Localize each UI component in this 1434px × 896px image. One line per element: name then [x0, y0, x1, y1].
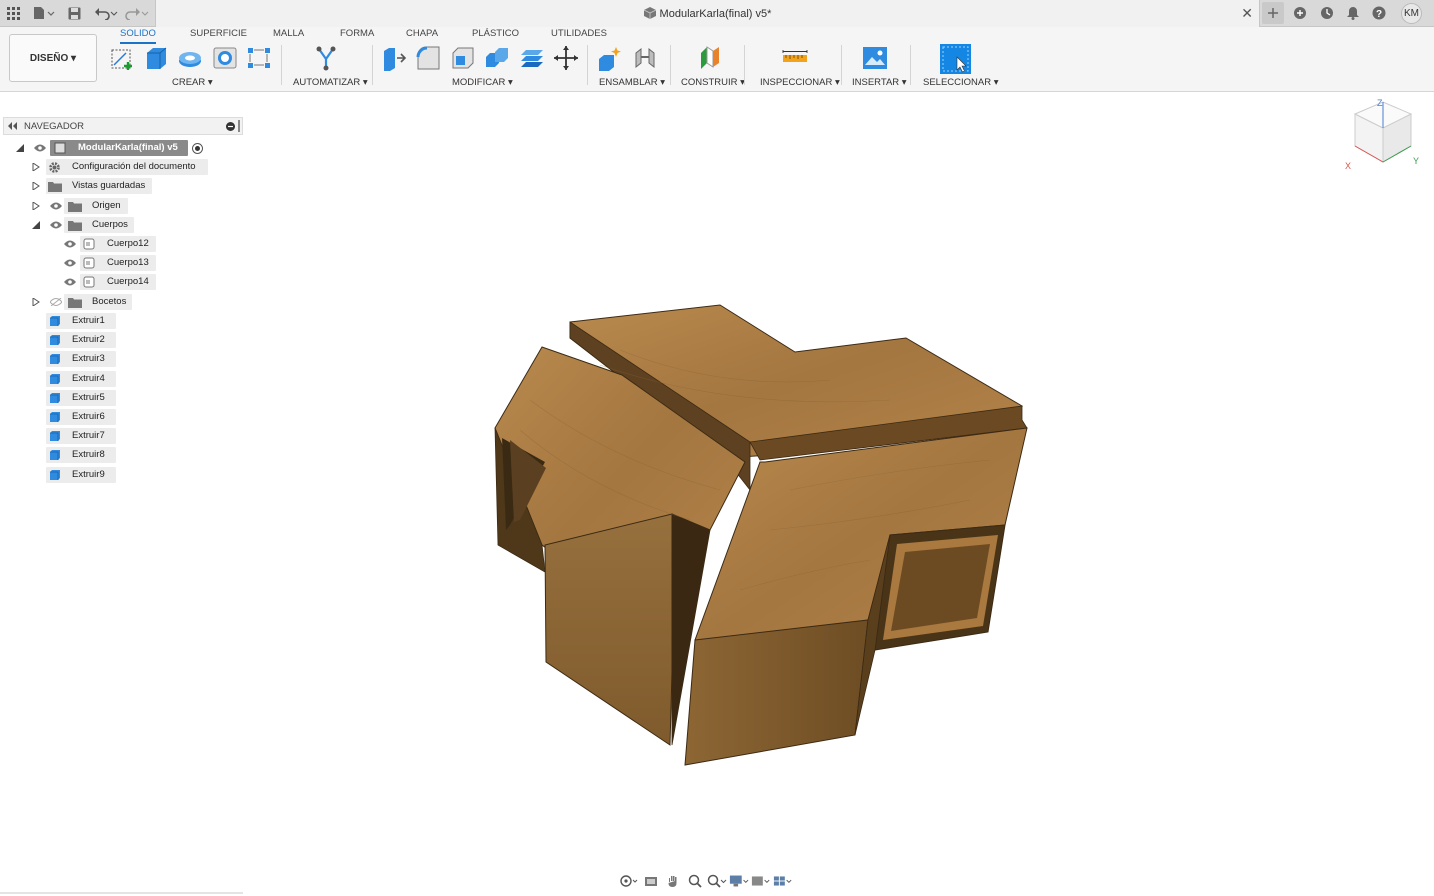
fillet-icon[interactable]: [415, 45, 441, 71]
fit-zoom-icon[interactable]: [707, 873, 727, 889]
tab-utilidades[interactable]: UTILIDADES: [551, 28, 607, 42]
group-ensamblar-label[interactable]: ENSAMBLAR ▾: [599, 77, 665, 88]
tab-superficie[interactable]: SUPERFICIE: [190, 28, 247, 42]
tab-chapa[interactable]: CHAPA: [406, 28, 438, 42]
group-seleccionar-label[interactable]: SELECCIONAR ▾: [923, 77, 999, 88]
axis-z-label: Z: [1377, 98, 1383, 108]
ribbon-separator: [587, 45, 588, 85]
redo-icon[interactable]: [124, 4, 150, 22]
ribbon-separator: [744, 45, 745, 85]
close-tab-icon[interactable]: ✕: [1241, 5, 1253, 22]
grid-snaps-icon[interactable]: [751, 873, 771, 889]
group-insertar-label[interactable]: INSERTAR ▾: [852, 77, 907, 88]
toolbar-ribbon: DISEÑO ▾ SOLIDO SUPERFICIE MALLA FORMA C…: [0, 27, 1434, 92]
svg-text:?: ?: [1376, 9, 1382, 20]
orbit-icon[interactable]: [619, 873, 639, 889]
navigation-bar: [619, 871, 814, 891]
panel-bottom-edge: [0, 892, 243, 894]
document-title-text: ModularKarla(final) v5*: [659, 8, 772, 20]
insert-image-icon[interactable]: [862, 45, 888, 71]
workspace-switcher-button[interactable]: DISEÑO ▾: [9, 34, 97, 82]
shell-icon[interactable]: [450, 45, 476, 71]
group-crear-label[interactable]: CREAR ▾: [172, 77, 213, 88]
ribbon-separator: [670, 45, 671, 85]
viewports-icon[interactable]: [773, 873, 793, 889]
joint-icon[interactable]: [632, 45, 658, 71]
measure-icon[interactable]: [782, 45, 808, 71]
ribbon-separator: [372, 45, 373, 85]
hole-icon[interactable]: [212, 45, 238, 71]
group-modificar-label[interactable]: MODIFICAR ▾: [452, 77, 513, 88]
document-cube-icon: [643, 7, 656, 22]
combine-icon[interactable]: [484, 45, 510, 71]
axis-y-label: Y: [1413, 156, 1419, 166]
notifications-bell-icon[interactable]: [1345, 4, 1361, 22]
offset-face-icon[interactable]: [519, 45, 545, 71]
group-automatizar-label[interactable]: AUTOMATIZAR ▾: [293, 77, 368, 88]
view-cube[interactable]: Z X Y: [1344, 98, 1422, 180]
job-status-icon[interactable]: [1319, 4, 1335, 22]
undo-icon[interactable]: [93, 4, 119, 22]
ribbon-separator: [910, 45, 911, 85]
pan-hand-icon[interactable]: [663, 873, 683, 889]
axis-x-label: X: [1345, 161, 1351, 171]
tab-forma[interactable]: FORMA: [340, 28, 374, 42]
create-sketch-icon[interactable]: [110, 45, 136, 71]
user-avatar[interactable]: KM: [1401, 3, 1422, 24]
ribbon-separator: [841, 45, 842, 85]
revolve-icon[interactable]: [177, 45, 203, 71]
document-tab[interactable]: ModularKarla(final) v5* ✕: [155, 0, 1260, 27]
document-title: ModularKarla(final) v5*: [156, 7, 1259, 22]
pattern-icon[interactable]: [246, 45, 272, 71]
new-tab-icon[interactable]: [1262, 2, 1284, 24]
extrude-icon[interactable]: [143, 45, 169, 71]
select-icon[interactable]: [940, 44, 971, 74]
group-inspeccionar-label[interactable]: INSPECCIONAR ▾: [760, 77, 840, 88]
automate-icon[interactable]: [313, 45, 339, 71]
new-component-icon[interactable]: [597, 45, 623, 71]
extensions-icon[interactable]: [1292, 4, 1308, 22]
apps-grid-icon[interactable]: [6, 4, 20, 22]
move-copy-icon[interactable]: [553, 45, 579, 71]
zoom-icon[interactable]: [685, 873, 705, 889]
title-bar: ModularKarla(final) v5* ✕ ? KM: [0, 0, 1434, 27]
press-pull-icon[interactable]: [381, 45, 407, 71]
help-icon[interactable]: ?: [1371, 4, 1387, 22]
tab-malla[interactable]: MALLA: [273, 28, 304, 42]
tab-plastico[interactable]: PLÁSTICO: [472, 28, 519, 42]
ribbon-separator: [281, 45, 282, 85]
construct-plane-icon[interactable]: [697, 45, 723, 71]
fusion-app-window: ModularKarla(final) v5* ✕ ? KM DISEÑO ▾ …: [0, 0, 1434, 896]
file-menu-icon[interactable]: [32, 4, 56, 22]
save-icon[interactable]: [66, 4, 82, 22]
display-settings-icon[interactable]: [729, 873, 749, 889]
wooden-modular-furniture-model[interactable]: [470, 290, 1050, 780]
group-construir-label[interactable]: CONSTRUIR ▾: [681, 77, 745, 88]
look-at-icon[interactable]: [641, 873, 661, 889]
tab-solido[interactable]: SOLIDO: [120, 28, 156, 44]
